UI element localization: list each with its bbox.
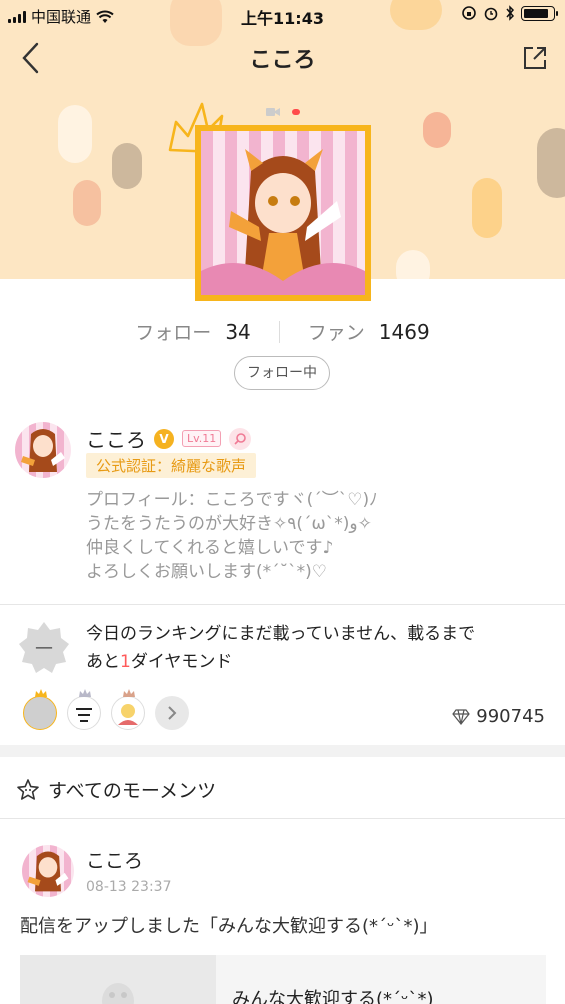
avatar-character-image xyxy=(27,851,69,892)
gold-crown-icon xyxy=(35,689,47,697)
bio-line: プロフィール：こころですヾ(´︶`♡)ﾉ xyxy=(86,490,378,510)
ranking-prefix: あと xyxy=(86,652,120,672)
alarm-icon xyxy=(484,7,498,21)
moments-title: すべてのモーメンツ xyxy=(48,780,217,802)
fan-avatar-image xyxy=(76,708,92,722)
moments-header: すべてのモーメンツ xyxy=(16,776,216,803)
ranking-message: 今日のランキングにまだ載っていません、載るまで あと1ダイヤモンド xyxy=(86,620,546,676)
fan-avatar-image xyxy=(118,704,138,725)
fans-label[interactable]: ファン xyxy=(308,318,365,345)
stats-divider xyxy=(278,320,280,343)
chevron-right-icon xyxy=(168,706,177,720)
ranking-diamond-count: 1 xyxy=(120,652,131,672)
section-gap xyxy=(0,745,565,757)
profile-name: こころ xyxy=(86,428,146,452)
bronze-crown-icon xyxy=(123,689,135,697)
post-media-card[interactable]: みんな大歓迎する(*´ᵕ`*) xyxy=(20,955,546,1004)
bio-line: よろしくお願いします(*´˘`*)♡ xyxy=(86,562,328,582)
following-label[interactable]: フォロー xyxy=(135,318,211,345)
profile-avatar[interactable] xyxy=(195,125,371,301)
post-text: 配信をアップしました「みんな大歓迎する(*´ᵕ`*)」 xyxy=(20,916,438,937)
bluetooth-icon xyxy=(506,5,515,21)
ranking-line-1: 今日のランキングにまだ載っていません、載るまで xyxy=(86,624,476,644)
more-fans-button[interactable] xyxy=(155,696,189,730)
diamond-icon xyxy=(452,708,471,725)
status-bar: 中国联通 上午11:43 xyxy=(0,0,565,30)
avatar-character-image xyxy=(201,149,365,295)
follow-stats: フォロー 34 ファン 1469 xyxy=(0,318,565,345)
rotation-lock-icon xyxy=(462,6,476,20)
profile-bio: プロフィール：こころですヾ(´︶`♡)ﾉ うたをうたうのが大好き✧٩(ˊωˋ*)… xyxy=(86,488,378,584)
avatar[interactable] xyxy=(15,422,71,478)
top-fans-list xyxy=(23,689,189,730)
record-dot-icon xyxy=(292,109,300,115)
following-button[interactable]: フォロー中 xyxy=(234,356,330,390)
post-timestamp: 08-13 23:37 xyxy=(86,879,172,895)
rank-badge-text: — xyxy=(35,637,53,658)
share-button[interactable] xyxy=(519,42,551,74)
diamond-count: 990745 xyxy=(476,706,545,727)
post-author-name[interactable]: こころ xyxy=(86,846,143,873)
top-fan-avatar[interactable] xyxy=(67,689,101,730)
star-icon xyxy=(17,778,39,800)
top-fan-avatar[interactable] xyxy=(111,689,145,730)
bio-line: 仲良くしてくれると嬉しいです♪ xyxy=(86,538,334,558)
section-divider xyxy=(0,818,565,819)
battery-icon xyxy=(521,5,558,21)
level-badge: Lv.11 xyxy=(182,430,222,447)
placeholder-owl-icon xyxy=(102,983,134,1004)
card-title: みんな大歓迎する(*´ᵕ`*) xyxy=(232,989,434,1004)
section-divider xyxy=(0,604,565,605)
following-count[interactable]: 34 xyxy=(225,320,250,344)
post-author-avatar[interactable] xyxy=(22,845,74,897)
ranking-suffix: ダイヤモンド xyxy=(130,652,233,672)
ranking-line-2: あと1ダイヤモンド xyxy=(86,648,546,676)
rank-badge-icon: — xyxy=(19,622,69,673)
camera-icon xyxy=(266,108,280,116)
avatar-character-image xyxy=(21,429,65,472)
official-certification-badge: 公式認証：綺麗な歌声 xyxy=(86,453,257,478)
page-title: こころ xyxy=(249,48,316,73)
diamond-total: 990745 xyxy=(452,706,545,727)
fans-count[interactable]: 1469 xyxy=(379,320,430,344)
live-indicator xyxy=(266,107,300,117)
silver-crown-icon xyxy=(79,689,91,697)
search-icon[interactable] xyxy=(229,427,252,450)
verified-icon: V xyxy=(154,428,174,449)
card-thumbnail xyxy=(20,955,216,1004)
profile-name-row: こころ V Lv.11 xyxy=(86,424,252,453)
bio-line: うたをうたうのが大好き✧٩(ˊωˋ*)و✧ xyxy=(86,514,372,534)
top-fan-avatar[interactable] xyxy=(23,689,57,730)
